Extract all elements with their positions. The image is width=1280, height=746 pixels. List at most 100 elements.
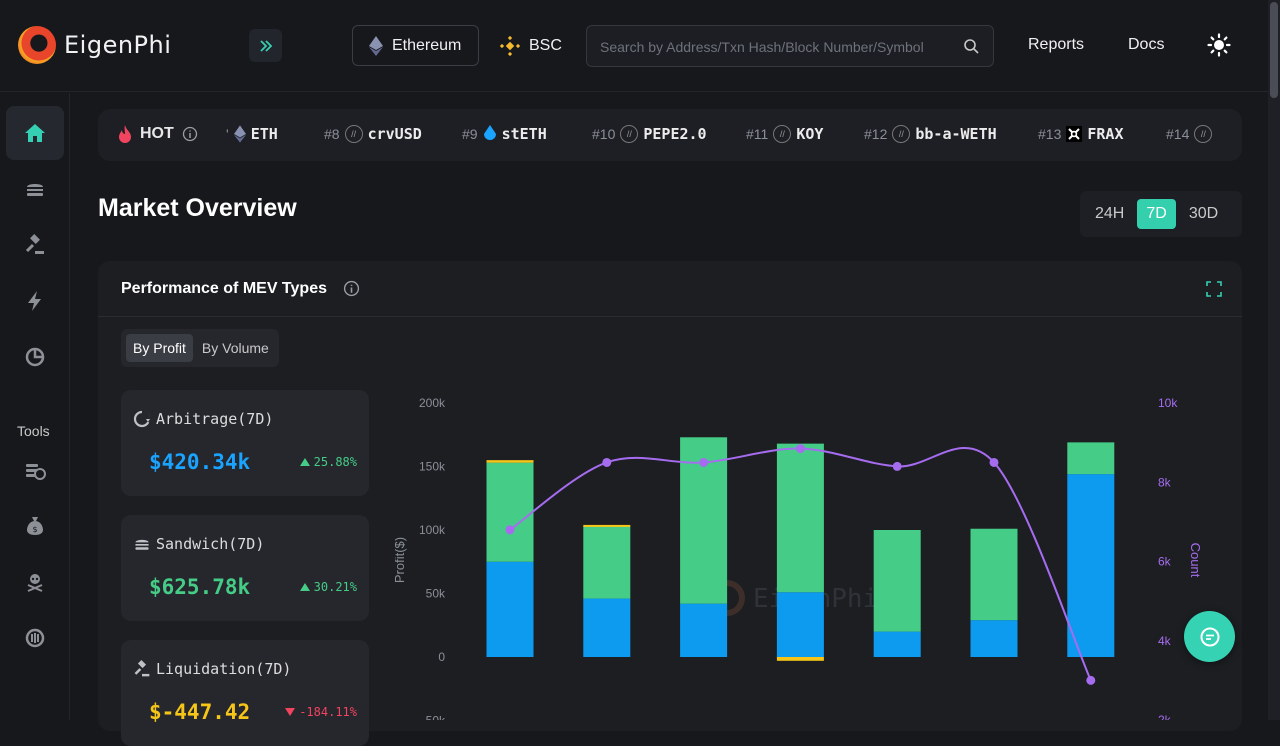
- triangle-down-icon: [285, 708, 296, 716]
- chain-bsc-button[interactable]: BSC: [498, 25, 562, 66]
- stat-change: -184.11%: [285, 705, 357, 719]
- hot-text: HOT: [140, 125, 174, 142]
- bar-liquidation: [486, 460, 534, 463]
- stat-change-value: 25.88%: [313, 455, 357, 469]
- ticker-item[interactable]: #10 // PEPE2.0: [592, 125, 707, 143]
- ticker-item[interactable]: #13 FRAX: [1038, 125, 1123, 143]
- svg-text:$: $: [32, 525, 37, 534]
- range-tab-7d[interactable]: 7D: [1137, 199, 1176, 229]
- y-axis-tick-label: 0: [438, 650, 445, 664]
- stat-card-liquidation[interactable]: Liquidation(7D) $-447.42 -184.11%: [121, 640, 369, 746]
- sidebar-item-flashloan[interactable]: [6, 274, 64, 328]
- ticker-item[interactable]: #14 //: [1166, 125, 1213, 143]
- stat-label-text: Arbitrage(7D): [156, 410, 274, 428]
- ticker-item[interactable]: #12 // bb-a-WETH: [864, 125, 997, 143]
- logo[interactable]: EigenPhi: [18, 26, 171, 64]
- sidebar-item-home[interactable]: [6, 106, 64, 160]
- pie-chart-icon: [25, 347, 45, 367]
- count-point: [1086, 675, 1096, 685]
- stat-card-arbitrage[interactable]: Arbitrage(7D) $420.34k 25.88%: [121, 390, 369, 496]
- sidebar-item-tool-skull[interactable]: [6, 555, 64, 609]
- ticker-symbol: ETH: [250, 125, 278, 143]
- bar-arbitrage: [776, 592, 824, 657]
- ethereum-icon: [233, 125, 246, 143]
- sidebar-item-liquidation[interactable]: [6, 218, 64, 272]
- scan-icon: [25, 628, 45, 648]
- hot-label: HOT: [118, 125, 198, 143]
- sidebar-item-sandwich[interactable]: [6, 162, 64, 216]
- token-placeholder-icon: //: [892, 125, 911, 143]
- sandwich-icon: [135, 539, 149, 550]
- triangle-up-icon: [299, 458, 310, 466]
- range-tab-24h[interactable]: 24H: [1086, 199, 1133, 229]
- top-bar: EigenPhi Ethereum BSC Reports Docs: [0, 0, 1268, 92]
- chat-bubble-icon: [1200, 627, 1219, 646]
- by-profit-button[interactable]: By Profit: [126, 334, 193, 362]
- ticker-item[interactable]: ' ETH: [226, 125, 278, 143]
- sidebar-item-tool-scan[interactable]: [6, 611, 64, 665]
- count-point: [505, 525, 515, 535]
- card-header: Performance of MEV Types: [98, 261, 1242, 317]
- by-volume-button[interactable]: By Volume: [195, 334, 276, 362]
- info-icon[interactable]: [343, 280, 360, 297]
- stat-change: 25.88%: [299, 455, 357, 469]
- y2-axis-tick-label: 4k: [1158, 634, 1172, 648]
- search-icon[interactable]: [963, 38, 979, 54]
- chain-bsc-label: BSC: [529, 36, 562, 54]
- sun-icon[interactable]: [1207, 33, 1231, 57]
- bar-sandwich: [970, 528, 1018, 621]
- ticker-rank: #13: [1038, 126, 1062, 142]
- page-scrollbar[interactable]: [1268, 0, 1280, 720]
- stat-change-value: 30.21%: [313, 580, 357, 594]
- scrollbar-thumb[interactable]: [1270, 2, 1278, 98]
- y-axis-tick-label: 100k: [419, 523, 446, 537]
- gavel-icon: [25, 234, 44, 254]
- bar-sandwich: [776, 443, 824, 593]
- stat-value: $-447.42: [149, 700, 251, 724]
- stat-label-text: Liquidation(7D): [156, 660, 292, 678]
- logo-mark-icon: [18, 26, 56, 64]
- bar-sandwich: [486, 462, 534, 562]
- ticker-symbol: FRAX: [1087, 125, 1124, 143]
- range-tab-30d[interactable]: 30D: [1180, 199, 1227, 229]
- ticker-rank: #10: [592, 126, 616, 142]
- y-axis-tick-label: 150k: [419, 460, 446, 474]
- y-axis-tick-label: 50k: [426, 587, 446, 601]
- ticker-item[interactable]: #8 // crvUSD: [324, 125, 422, 143]
- ticker-item[interactable]: #11 // KOY: [746, 125, 823, 143]
- sidebar-item-tool-moneybag[interactable]: $: [6, 499, 64, 553]
- stat-card-sandwich[interactable]: Sandwich(7D) $625.78k 30.21%: [121, 515, 369, 621]
- bar-arbitrage: [680, 603, 728, 657]
- chain-ethereum-button[interactable]: Ethereum: [352, 25, 479, 66]
- expand-sidebar-button[interactable]: [249, 29, 282, 62]
- triangle-up-icon: [299, 583, 310, 591]
- skull-crossbones-icon: [27, 574, 43, 592]
- home-icon: [25, 124, 45, 142]
- sidebar-item-tool-coins[interactable]: [6, 444, 64, 498]
- y-axis-tick-label: 200k: [419, 396, 446, 410]
- metric-toggle: By Profit By Volume: [121, 329, 279, 367]
- stat-label-text: Sandwich(7D): [156, 535, 265, 553]
- ticker-item[interactable]: #9 stETH: [462, 125, 547, 143]
- search-input[interactable]: [600, 36, 950, 58]
- ticker-symbol: PEPE2.0: [643, 125, 707, 143]
- ticker-symbol: stETH: [501, 125, 547, 143]
- bar-sandwich: [583, 526, 631, 599]
- bar-arbitrage: [583, 598, 631, 657]
- nav-docs-link[interactable]: Docs: [1128, 36, 1164, 54]
- fullscreen-icon[interactable]: [1206, 281, 1222, 297]
- y2-axis-tick-label: 10k: [1158, 396, 1178, 410]
- token-placeholder-icon: //: [344, 125, 363, 143]
- chat-support-button[interactable]: [1184, 611, 1235, 662]
- sandwich-icon: [27, 184, 43, 196]
- search-box: [586, 25, 994, 67]
- info-icon[interactable]: [182, 126, 198, 142]
- token-placeholder-icon: //: [620, 125, 639, 143]
- y-axis-tick-label: -50k: [422, 714, 446, 721]
- token-placeholder-icon: //: [773, 125, 792, 143]
- bar-arbitrage: [970, 620, 1018, 657]
- ethereum-icon: [369, 35, 383, 56]
- bar-sandwich: [873, 530, 921, 632]
- nav-reports-link[interactable]: Reports: [1028, 36, 1084, 54]
- sidebar-item-analytics[interactable]: [6, 330, 64, 384]
